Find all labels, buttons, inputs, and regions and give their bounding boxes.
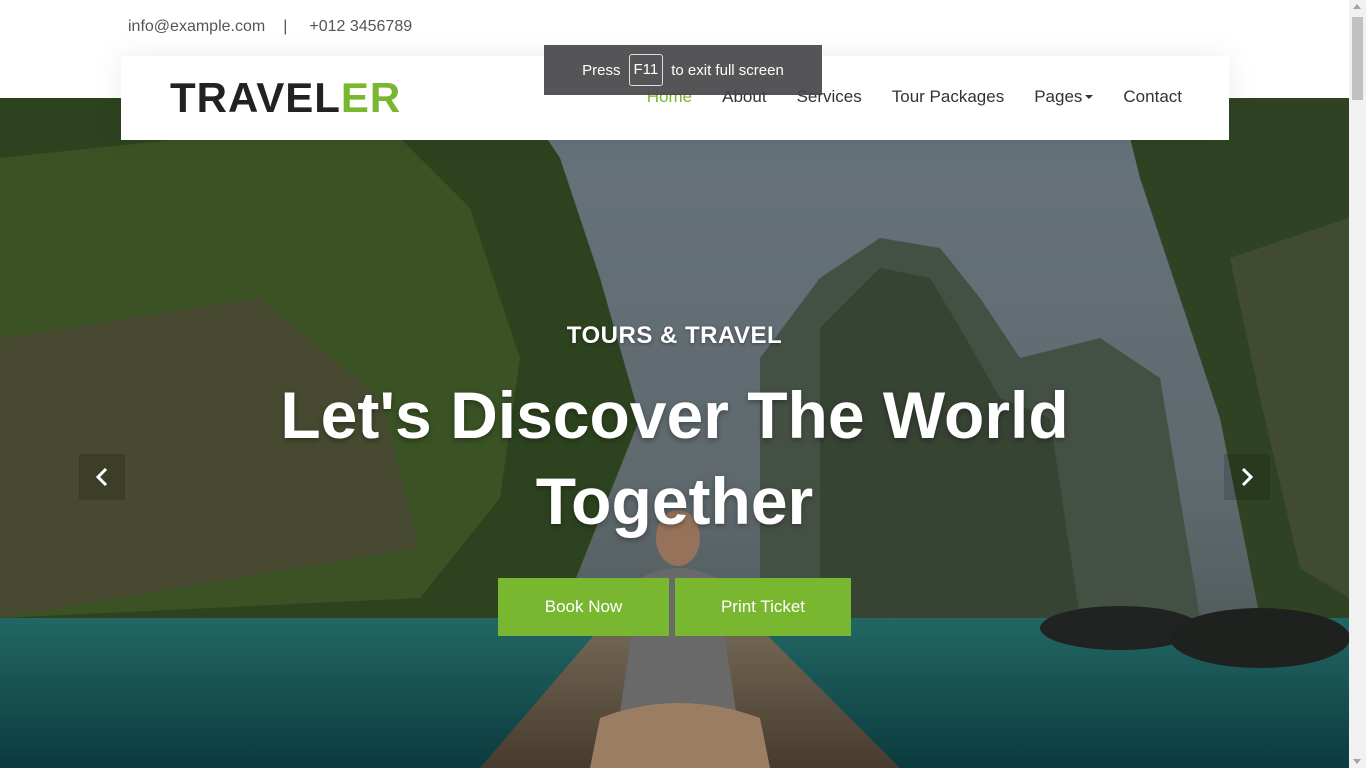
nav-item-pages-label: Pages: [1034, 87, 1083, 106]
f11-key-badge: F11: [628, 54, 664, 86]
hero-title: Let's Discover The World Together: [280, 378, 1069, 538]
nav-item-pages-dropdown[interactable]: Pages: [1034, 87, 1094, 107]
brand-main-text: TRAVEL: [170, 74, 341, 121]
chevron-right-icon: [1241, 467, 1254, 487]
nav-item-contact[interactable]: Contact: [1123, 87, 1182, 107]
page: info@example.com | +012 3456789 TOURS & …: [0, 0, 1366, 768]
book-now-button[interactable]: Book Now: [498, 578, 669, 636]
brand-logo[interactable]: TRAVELER: [170, 74, 401, 122]
fullscreen-message: to exit full screen: [671, 61, 784, 79]
vertical-scrollbar[interactable]: [1349, 0, 1366, 768]
hero-eyebrow: TOURS & TRAVEL: [566, 322, 783, 349]
carousel-next-button[interactable]: [1224, 454, 1270, 500]
caret-down-icon: [1085, 95, 1094, 99]
print-ticket-button[interactable]: Print Ticket: [675, 578, 851, 636]
contact-separator: |: [283, 18, 288, 35]
scroll-up-arrow-icon[interactable]: [1353, 4, 1361, 9]
phone-link[interactable]: +012 3456789: [309, 18, 412, 36]
carousel-prev-button[interactable]: [79, 454, 125, 500]
brand-accent-text: ER: [340, 74, 402, 121]
scroll-down-arrow-icon[interactable]: [1353, 759, 1361, 764]
chevron-left-icon: [95, 467, 108, 487]
contact-info: info@example.com | +012 3456789: [128, 18, 412, 36]
fullscreen-press-text: Press: [582, 61, 621, 79]
nav-item-tour-packages[interactable]: Tour Packages: [892, 87, 1004, 107]
scrollbar-thumb[interactable]: [1352, 17, 1363, 100]
hero-buttons: Book Now Print Ticket: [0, 578, 1349, 636]
fullscreen-notice: Press F11 to exit full screen: [544, 45, 822, 95]
hero-content: TOURS & TRAVEL Let's Discover The World …: [0, 322, 1349, 636]
hero-carousel: TOURS & TRAVEL Let's Discover The World …: [0, 98, 1349, 768]
email-link[interactable]: info@example.com: [128, 18, 265, 36]
